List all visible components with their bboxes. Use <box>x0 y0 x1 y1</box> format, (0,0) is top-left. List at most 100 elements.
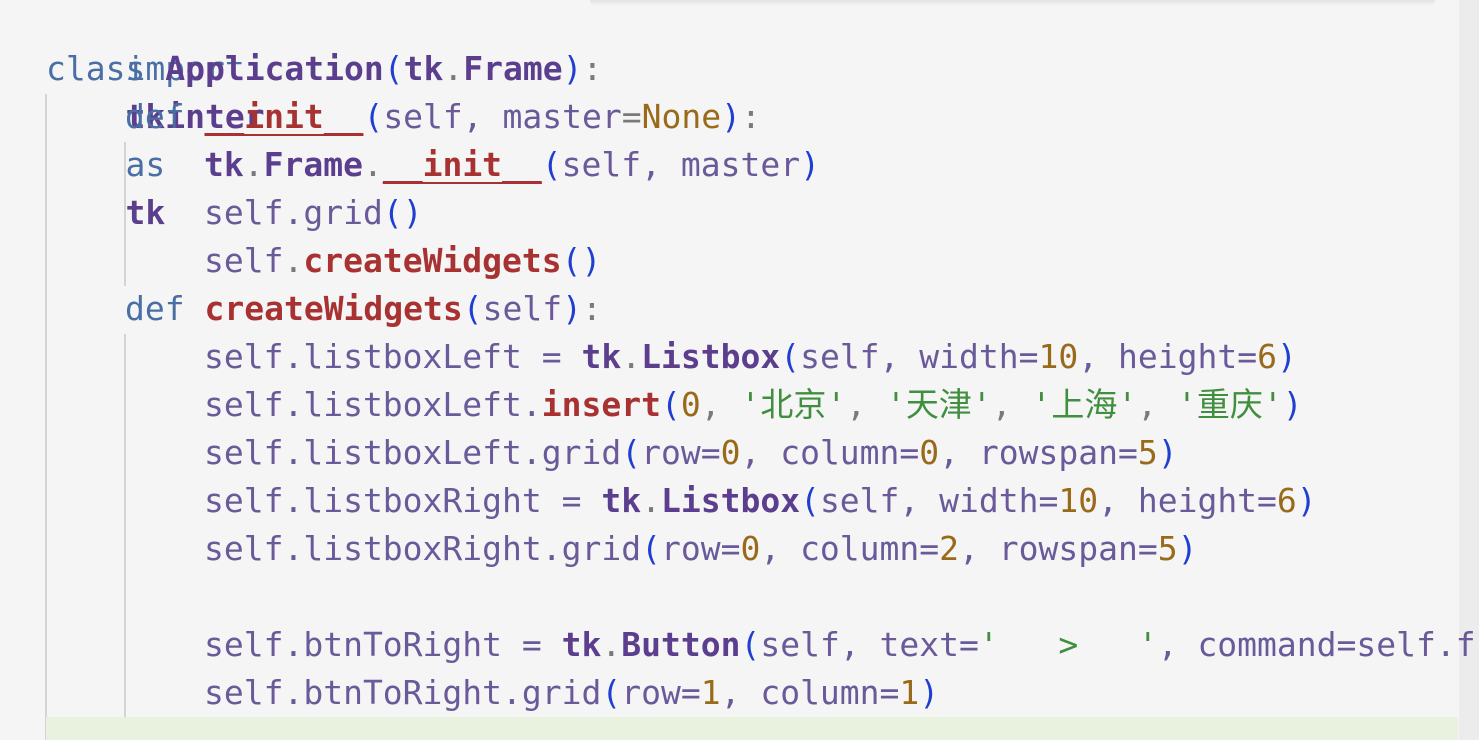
paren-open: ( <box>800 481 820 520</box>
number: 0 <box>740 529 761 568</box>
base-class: Frame <box>463 49 563 88</box>
equals: = <box>621 97 642 136</box>
module-ref: tk <box>561 625 602 664</box>
number: 10 <box>1038 337 1079 376</box>
arg-text: self, text= <box>760 625 979 664</box>
params: self <box>482 289 563 328</box>
string-literal: '北京' <box>740 385 847 424</box>
number: 0 <box>680 385 701 424</box>
paren-close: ) <box>800 145 820 184</box>
paren-open: ( <box>383 49 404 88</box>
paren-close: ) <box>919 673 940 712</box>
code-line-15[interactable]: self.btnToRight.grid(row=1, column=1) <box>204 669 939 717</box>
string-literal: '天津' <box>885 385 992 424</box>
code-line-11[interactable]: self.listboxRight = tk.Listbox(self, wid… <box>204 477 1317 525</box>
method-call: insert <box>541 385 661 424</box>
code-line-12[interactable]: self.listboxRight.grid(row=0, column=2, … <box>204 525 1197 573</box>
paren-close: ) <box>1282 385 1303 424</box>
arg-text: , column= <box>760 529 940 568</box>
paren-open: ( <box>561 241 582 280</box>
code-line-2[interactable]: class Application(tk.Frame): <box>46 45 602 93</box>
number: 6 <box>1276 481 1297 520</box>
module-ref: tk <box>601 481 642 520</box>
colon: : <box>582 289 602 328</box>
comma: , <box>846 385 886 424</box>
code-line-10[interactable]: self.listboxLeft.grid(row=0, column=0, r… <box>204 429 1178 477</box>
paren-open: ( <box>660 385 681 424</box>
statement: self.grid <box>204 193 383 232</box>
colon: : <box>740 97 761 136</box>
code-line-3[interactable]: def __init__(self, master=None): <box>125 93 761 141</box>
arg-text: row= <box>641 433 721 472</box>
dot: . <box>243 145 264 184</box>
comma: , <box>991 385 1032 424</box>
paren-open: ( <box>541 145 562 184</box>
paren-open: ( <box>382 193 403 232</box>
overlay-shadow <box>590 0 1435 6</box>
none-literal: None <box>641 97 722 136</box>
keyword-def: def <box>125 97 185 136</box>
self-ref: self <box>204 241 284 280</box>
dot: . <box>641 481 661 520</box>
paren-open: ( <box>641 529 661 568</box>
class-ref: Listbox <box>641 337 781 376</box>
class-ref: Button <box>621 625 741 664</box>
class-ref: Listbox <box>660 481 801 520</box>
dot: . <box>443 49 464 88</box>
arg-text: self, width= <box>819 481 1059 520</box>
method-ref: self.listboxLeft.grid <box>204 433 622 472</box>
paren-close: ) <box>1276 337 1297 376</box>
method-ref: self.btnToRight.grid <box>204 673 602 712</box>
paren-close: ) <box>402 193 423 232</box>
paren-open: ( <box>462 289 483 328</box>
code-line-7[interactable]: def createWidgets(self): <box>125 285 602 333</box>
number: 5 <box>1157 529 1178 568</box>
object-ref: self.listboxLeft. <box>204 385 542 424</box>
args: self, master <box>561 145 801 184</box>
keyword-as: as <box>125 145 166 184</box>
arg-text: row= <box>621 673 701 712</box>
keyword-def: def <box>125 289 185 328</box>
string-literal: ' > ' <box>978 625 1158 664</box>
arg-text: , column= <box>720 673 900 712</box>
dot: . <box>283 241 304 280</box>
paren-close: ) <box>562 49 583 88</box>
arg-text: , rowspan= <box>959 529 1158 568</box>
module-ref: tk <box>581 337 622 376</box>
paren-close: ) <box>721 97 741 136</box>
base-module: tk <box>403 49 444 88</box>
arg-text: , column= <box>740 433 920 472</box>
paren-open: ( <box>621 433 642 472</box>
code-line-4[interactable]: tk.Frame.__init__(self, master) <box>204 141 820 189</box>
method-call: createWidgets <box>303 241 562 280</box>
paren-open: ( <box>363 97 384 136</box>
dot: . <box>621 337 642 376</box>
paren-close: ) <box>581 241 602 280</box>
function-name: createWidgets <box>204 289 463 328</box>
number: 10 <box>1058 481 1099 520</box>
assignment: self.listboxRight = <box>204 481 602 520</box>
number: 6 <box>1257 337 1277 376</box>
params: self, master <box>383 97 622 136</box>
code-line-8[interactable]: self.listboxLeft = tk.Listbox(self, widt… <box>204 333 1297 381</box>
colon: : <box>582 49 603 88</box>
current-line-highlight <box>46 717 1458 740</box>
code-line-6[interactable]: self.createWidgets() <box>204 237 601 285</box>
code-line-9[interactable]: self.listboxLeft.insert(0, '北京', '天津', '… <box>204 381 1303 429</box>
arg-text: row= <box>660 529 741 568</box>
paren-close: ) <box>1177 529 1198 568</box>
method-call: __init__ <box>382 145 542 184</box>
arg-text: self, width= <box>800 337 1039 376</box>
code-line-5[interactable]: self.grid() <box>204 189 423 237</box>
module-ref: tk <box>204 145 244 184</box>
code-editor[interactable]: import tkinter as tk class Application(t… <box>0 0 1479 740</box>
number: 2 <box>939 529 960 568</box>
dot: . <box>601 625 622 664</box>
arg-text: , height= <box>1098 481 1277 520</box>
number: 5 <box>1137 433 1158 472</box>
code-line-1[interactable]: import tkinter as tk <box>46 0 264 232</box>
paren-close: ) <box>1157 433 1178 472</box>
code-line-14[interactable]: self.btnToRight = tk.Button(self, text='… <box>204 621 1476 669</box>
paren-close: ) <box>1296 481 1317 520</box>
comma: , <box>1137 385 1177 424</box>
